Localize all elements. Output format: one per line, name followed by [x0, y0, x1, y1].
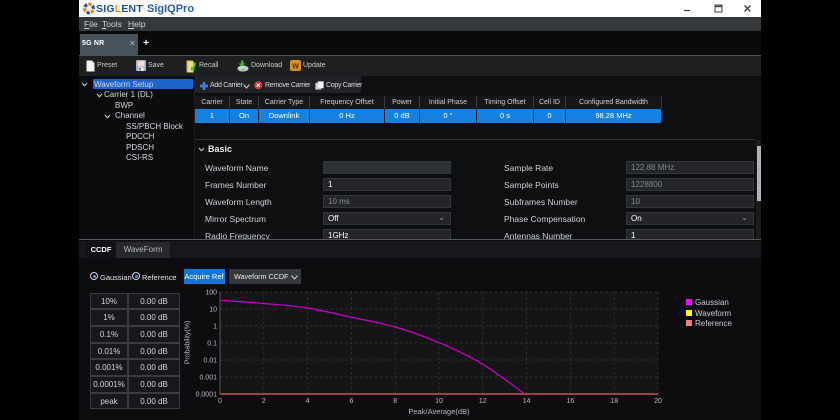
svg-text:0.0001: 0.0001	[196, 392, 218, 399]
svg-text:W: W	[292, 64, 299, 71]
svg-text:Peak/Average(dB): Peak/Average(dB)	[408, 407, 470, 416]
svg-text:14: 14	[523, 398, 531, 405]
svg-text:8: 8	[393, 398, 397, 405]
svg-text:0.01: 0.01	[203, 358, 217, 365]
svg-text:100: 100	[205, 290, 217, 297]
svg-text:20: 20	[654, 398, 662, 405]
svg-text:2: 2	[262, 398, 266, 405]
svg-text:0.1: 0.1	[207, 341, 217, 348]
svg-text:0.001: 0.001	[199, 375, 217, 382]
svg-text:0: 0	[218, 398, 222, 405]
svg-text:6: 6	[349, 398, 353, 405]
svg-text:10: 10	[209, 307, 217, 314]
svg-text:1: 1	[213, 324, 217, 331]
svg-text:18: 18	[610, 398, 618, 405]
svg-text:16: 16	[567, 398, 575, 405]
svg-text:10: 10	[435, 398, 443, 405]
svg-text:12: 12	[479, 398, 487, 405]
svg-text:4: 4	[306, 398, 310, 405]
